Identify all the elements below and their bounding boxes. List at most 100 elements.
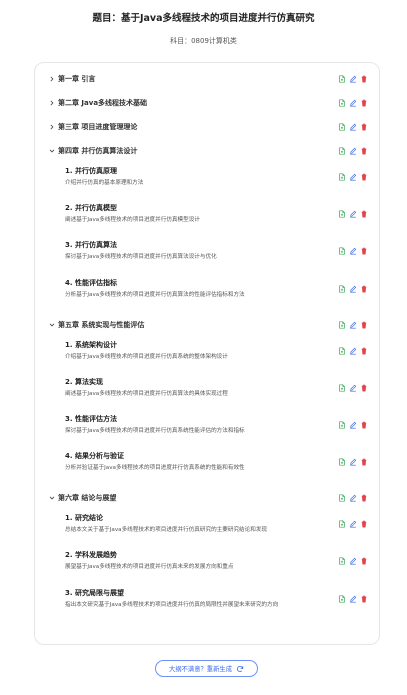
section-item[interactable]: 2. 并行仿真模型 阐述基于Java多线程技术的项目进度并行仿真模型设计 <box>35 202 379 232</box>
section-item[interactable]: 3. 性能评估方法 探讨基于Java多线程技术的项目进度并行仿真系统性能评估的方法… <box>35 413 379 443</box>
document-add-icon[interactable] <box>338 494 346 502</box>
pencil-icon[interactable] <box>349 247 357 255</box>
trash-icon[interactable] <box>360 123 368 131</box>
chapter-title: 第二章 Java多线程技术基础 <box>58 99 148 107</box>
pencil-icon[interactable] <box>349 173 357 181</box>
chapter-row[interactable]: 第六章 结论与展望 <box>35 490 379 506</box>
pencil-icon[interactable] <box>349 123 357 131</box>
chapter-row[interactable]: 第四章 并行仿真算法设计 <box>35 143 379 159</box>
pencil-icon[interactable] <box>349 494 357 502</box>
trash-icon[interactable] <box>360 347 368 355</box>
trash-icon[interactable] <box>360 520 368 528</box>
section-description: 分析基于Java多线程技术的项目进度并行仿真算法的性能评估指标和方法 <box>65 291 245 298</box>
trash-icon[interactable] <box>360 458 368 466</box>
trash-icon[interactable] <box>360 384 368 392</box>
section-title: 3. 并行仿真算法 <box>65 241 117 250</box>
section-title: 3. 性能评估方法 <box>65 415 117 423</box>
section-item[interactable]: 3. 并行仿真算法 探讨基于Java多线程技术的项目进度并行仿真算法设计与优化 <box>35 239 379 269</box>
document-add-icon[interactable] <box>338 75 346 83</box>
section-item[interactable]: 2. 算法实现 阐述基于Java多线程技术的项目进度并行仿真算法的具体实现过程 <box>35 376 379 406</box>
row-actions <box>338 557 368 565</box>
pencil-icon[interactable] <box>349 384 357 392</box>
document-add-icon[interactable] <box>338 421 346 429</box>
chapter-row[interactable]: 第一章 引言 <box>35 71 379 87</box>
trash-icon[interactable] <box>360 210 368 218</box>
section-item[interactable]: 2. 学科发展趋势 展望基于Java多线程技术的项目进度并行仿真未来的发展方向和重… <box>35 549 379 579</box>
document-add-icon[interactable] <box>338 247 346 255</box>
document-add-icon[interactable] <box>338 347 346 355</box>
trash-icon[interactable] <box>360 285 368 293</box>
section-title: 2. 并行仿真模型 <box>65 204 117 213</box>
pencil-icon[interactable] <box>349 458 357 466</box>
trash-icon[interactable] <box>360 557 368 565</box>
row-actions <box>338 285 368 293</box>
row-actions <box>338 520 368 528</box>
section-title: 4. 结果分析与验证 <box>65 452 124 461</box>
section-item[interactable]: 1. 系统架构设计 介绍基于Java多线程技术的项目进度并行仿真系统的整体架构设计 <box>35 339 379 369</box>
pencil-icon[interactable] <box>349 595 357 603</box>
chapter-row[interactable]: 第五章 系统实现与性能评估 <box>35 317 379 333</box>
section-item[interactable]: 3. 研究局限与展望 指出本文研究基于Java多线程技术的项目进度并行仿真的局限性… <box>35 587 379 617</box>
document-add-icon[interactable] <box>338 147 346 155</box>
trash-icon[interactable] <box>360 595 368 603</box>
document-add-icon[interactable] <box>338 458 346 466</box>
chevron-right-icon[interactable] <box>47 74 57 84</box>
row-actions <box>338 173 368 181</box>
row-actions <box>338 147 368 155</box>
document-add-icon[interactable] <box>338 520 346 528</box>
trash-icon[interactable] <box>360 173 368 181</box>
pencil-icon[interactable] <box>349 99 357 107</box>
chevron-right-icon[interactable] <box>47 98 57 108</box>
chevron-down-icon <box>49 323 55 326</box>
trash-icon[interactable] <box>360 247 368 255</box>
document-add-icon[interactable] <box>338 123 346 131</box>
pencil-icon[interactable] <box>349 347 357 355</box>
document-add-icon[interactable] <box>338 173 346 181</box>
chevron-right-icon <box>50 124 54 130</box>
regenerate-button[interactable]: 大纲不满意？重新生成 <box>155 660 258 677</box>
section-description: 展望基于Java多线程技术的项目进度并行仿真未来的发展方向和重点 <box>65 564 234 571</box>
trash-icon[interactable] <box>360 494 368 502</box>
chapter-title: 第一章 引言 <box>58 75 96 83</box>
row-actions <box>338 123 368 131</box>
section-description: 总结本文关于基于Java多线程技术的项目进度并行仿真研究的主要研究结论和发现 <box>65 527 268 534</box>
section-item[interactable]: 1. 并行仿真原理 介绍并行仿真的基本原理和方法 <box>35 165 379 195</box>
section-description: 分析并验证基于Java多线程技术的项目进度并行仿真系统的性能和有效性 <box>65 465 245 472</box>
chevron-right-icon[interactable] <box>47 122 57 132</box>
document-add-icon[interactable] <box>338 210 346 218</box>
pencil-icon[interactable] <box>349 75 357 83</box>
chevron-down-icon[interactable] <box>47 146 57 156</box>
section-item[interactable]: 4. 结果分析与验证分析并验证基于Java多线程技术的项目进度并行仿真系统的性能… <box>35 450 379 480</box>
trash-icon[interactable] <box>360 321 368 329</box>
chevron-down-icon <box>49 149 55 153</box>
header: 题目：基于Java多线程技术的项目进度并行仿真研究 科目：0809计算机类 <box>0 0 407 46</box>
outline-card: 第一章 引言第二章 Java多线程技术基础第三章 项目进度管理理论 第四章 并行仿… <box>34 62 380 645</box>
chevron-down-icon[interactable] <box>47 493 57 503</box>
chapter-row[interactable]: 第三章 项目进度管理理论 <box>35 119 379 135</box>
chapter-row[interactable]: 第二章 Java多线程技术基础 <box>35 95 379 111</box>
document-add-icon[interactable] <box>338 321 346 329</box>
pencil-icon[interactable] <box>349 421 357 429</box>
chevron-down-icon[interactable] <box>47 320 57 330</box>
document-add-icon[interactable] <box>338 285 346 293</box>
section-title: 1. 系统架构设计 <box>65 340 117 349</box>
trash-icon[interactable] <box>360 147 368 155</box>
row-actions <box>338 321 368 329</box>
section-item[interactable]: 4. 性能评估指标 分析基于Java多线程技术的项目进度并行仿真算法的性能评估指标… <box>35 277 379 307</box>
pencil-icon[interactable] <box>349 557 357 565</box>
document-add-icon[interactable] <box>338 99 346 107</box>
pencil-icon[interactable] <box>349 520 357 528</box>
row-actions <box>338 210 368 218</box>
pencil-icon[interactable] <box>349 210 357 218</box>
section-item[interactable]: 1. 研究结论 总结本文关于基于Java多线程技术的项目进度并行仿真研究的主要研究… <box>35 512 379 542</box>
pencil-icon[interactable] <box>349 285 357 293</box>
pencil-icon[interactable] <box>349 321 357 329</box>
pencil-icon[interactable] <box>349 147 357 155</box>
trash-icon[interactable] <box>360 99 368 107</box>
refresh-icon <box>236 665 244 672</box>
trash-icon[interactable] <box>360 421 368 429</box>
document-add-icon[interactable] <box>338 595 346 603</box>
document-add-icon[interactable] <box>338 384 346 392</box>
document-add-icon[interactable] <box>338 557 346 565</box>
trash-icon[interactable] <box>360 75 368 83</box>
